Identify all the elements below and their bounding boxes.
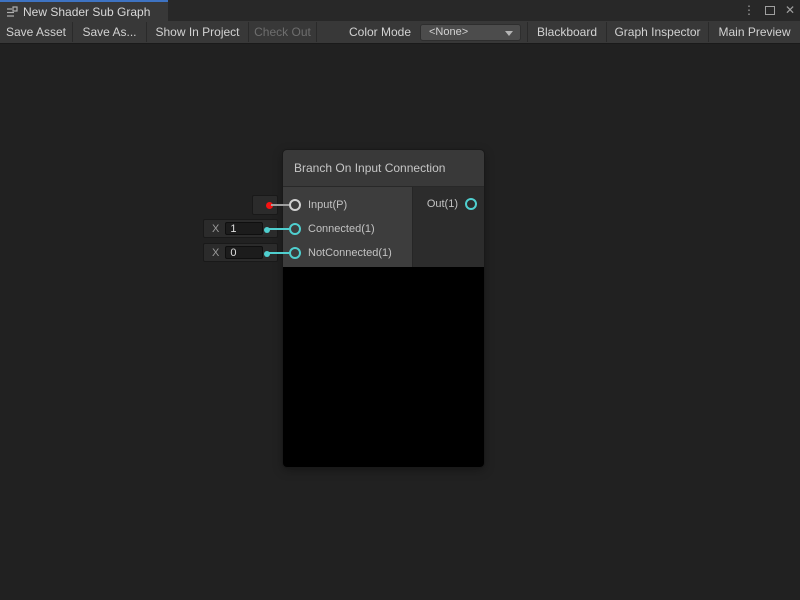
input-port-input-label: Input(P): [308, 197, 347, 213]
tab-bar: New Shader Sub Graph ⋮ ✕: [0, 0, 800, 21]
sub-graph-asset-icon: [6, 6, 18, 18]
edge-connected: [269, 228, 289, 230]
save-asset-button[interactable]: Save Asset: [0, 21, 72, 43]
input-port-notconnected-label: NotConnected(1): [308, 245, 392, 261]
notconnected-default-value-widget: X: [203, 243, 278, 262]
toolbar: Save Asset Save As... Show In Project Ch…: [0, 21, 800, 44]
color-mode-dropdown[interactable]: <None>: [420, 24, 521, 41]
color-mode-label: Color Mode: [349, 21, 411, 43]
connected-default-value-widget: X: [203, 219, 278, 238]
input-port-input-icon[interactable]: [289, 199, 301, 211]
main-preview-toggle-button[interactable]: Main Preview: [709, 21, 800, 43]
shader-graph-window: New Shader Sub Graph ⋮ ✕ Save Asset Save…: [0, 0, 800, 600]
show-in-project-button[interactable]: Show In Project: [147, 21, 248, 43]
tab-new-shader-sub-graph[interactable]: New Shader Sub Graph: [0, 0, 168, 21]
x-field-label: X: [212, 223, 219, 235]
edge-input: [271, 204, 289, 206]
input-port-connected-icon[interactable]: [289, 223, 301, 235]
dropdown-arrow-icon: [505, 31, 513, 36]
output-port-out-icon[interactable]: [465, 198, 477, 210]
window-menu-icon[interactable]: ⋮: [743, 0, 755, 21]
save-as-button[interactable]: Save As...: [73, 21, 146, 43]
x-field-label: X: [212, 247, 219, 259]
toolbar-divider: [316, 22, 317, 42]
graph-inspector-toggle-button[interactable]: Graph Inspector: [607, 21, 708, 43]
close-icon[interactable]: ✕: [785, 0, 795, 21]
maximize-box: [765, 6, 775, 15]
notconnected-value-field[interactable]: [225, 246, 263, 259]
check-out-button: Check Out: [249, 21, 316, 43]
input-port-notconnected-icon[interactable]: [289, 247, 301, 259]
maximize-icon[interactable]: [765, 2, 775, 20]
graph-canvas[interactable]: Branch On Input Connection Input(P) Conn…: [0, 45, 800, 600]
tab-title: New Shader Sub Graph: [23, 5, 150, 19]
output-port-out-label: Out(1): [427, 196, 458, 212]
color-mode-value: <None>: [429, 26, 468, 38]
connected-value-field[interactable]: [225, 222, 263, 235]
blackboard-toggle-button[interactable]: Blackboard: [528, 21, 606, 43]
input-port-connected-label: Connected(1): [308, 221, 375, 237]
node-preview-area: [283, 267, 484, 467]
edge-notconnected: [269, 252, 289, 254]
node-title[interactable]: Branch On Input Connection: [283, 150, 484, 187]
node-branch-on-input-connection[interactable]: Branch On Input Connection Input(P) Conn…: [283, 150, 484, 467]
window-controls: ⋮ ✕: [743, 0, 795, 21]
